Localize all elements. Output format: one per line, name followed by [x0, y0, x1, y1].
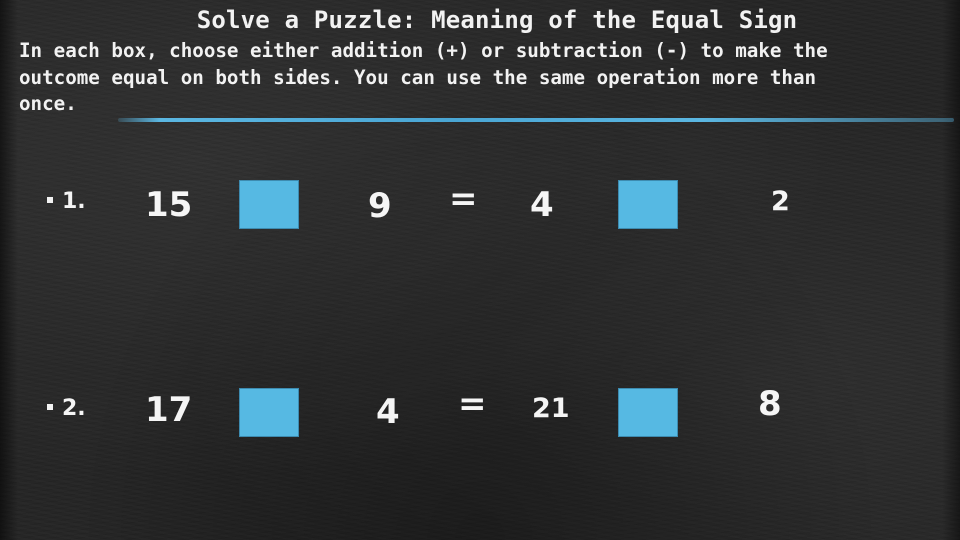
left-operand-b: 4	[376, 392, 400, 432]
problem-label: 2.	[62, 396, 86, 421]
slide-title: Solve a Puzzle: Meaning of the Equal Sig…	[196, 6, 798, 34]
operator-box-right[interactable]	[618, 180, 678, 229]
right-operand-a: 4	[530, 185, 554, 225]
left-operand-a: 17	[145, 390, 193, 430]
operator-box-left[interactable]	[239, 388, 299, 437]
right-operand-b: 2	[771, 186, 790, 217]
equal-sign: =	[449, 179, 478, 219]
right-operand-b: 8	[758, 384, 782, 424]
problem-row-1: 1. 15 9 = 4 2	[0, 175, 960, 235]
left-operand-a: 15	[145, 185, 193, 225]
left-shadow	[0, 0, 18, 540]
operator-box-right[interactable]	[618, 388, 678, 437]
instructions-text: In each box, choose either addition (+) …	[19, 39, 828, 115]
bullet-icon	[47, 404, 53, 410]
left-operand-b: 9	[368, 186, 392, 226]
chalk-underline	[118, 118, 954, 122]
right-operand-a: 21	[532, 393, 570, 424]
equal-sign: =	[458, 384, 487, 424]
problem-label: 1.	[62, 189, 86, 214]
bullet-icon	[47, 197, 53, 203]
operator-box-left[interactable]	[239, 180, 299, 229]
problem-row-2: 2. 17 4 = 21 8	[0, 380, 960, 440]
